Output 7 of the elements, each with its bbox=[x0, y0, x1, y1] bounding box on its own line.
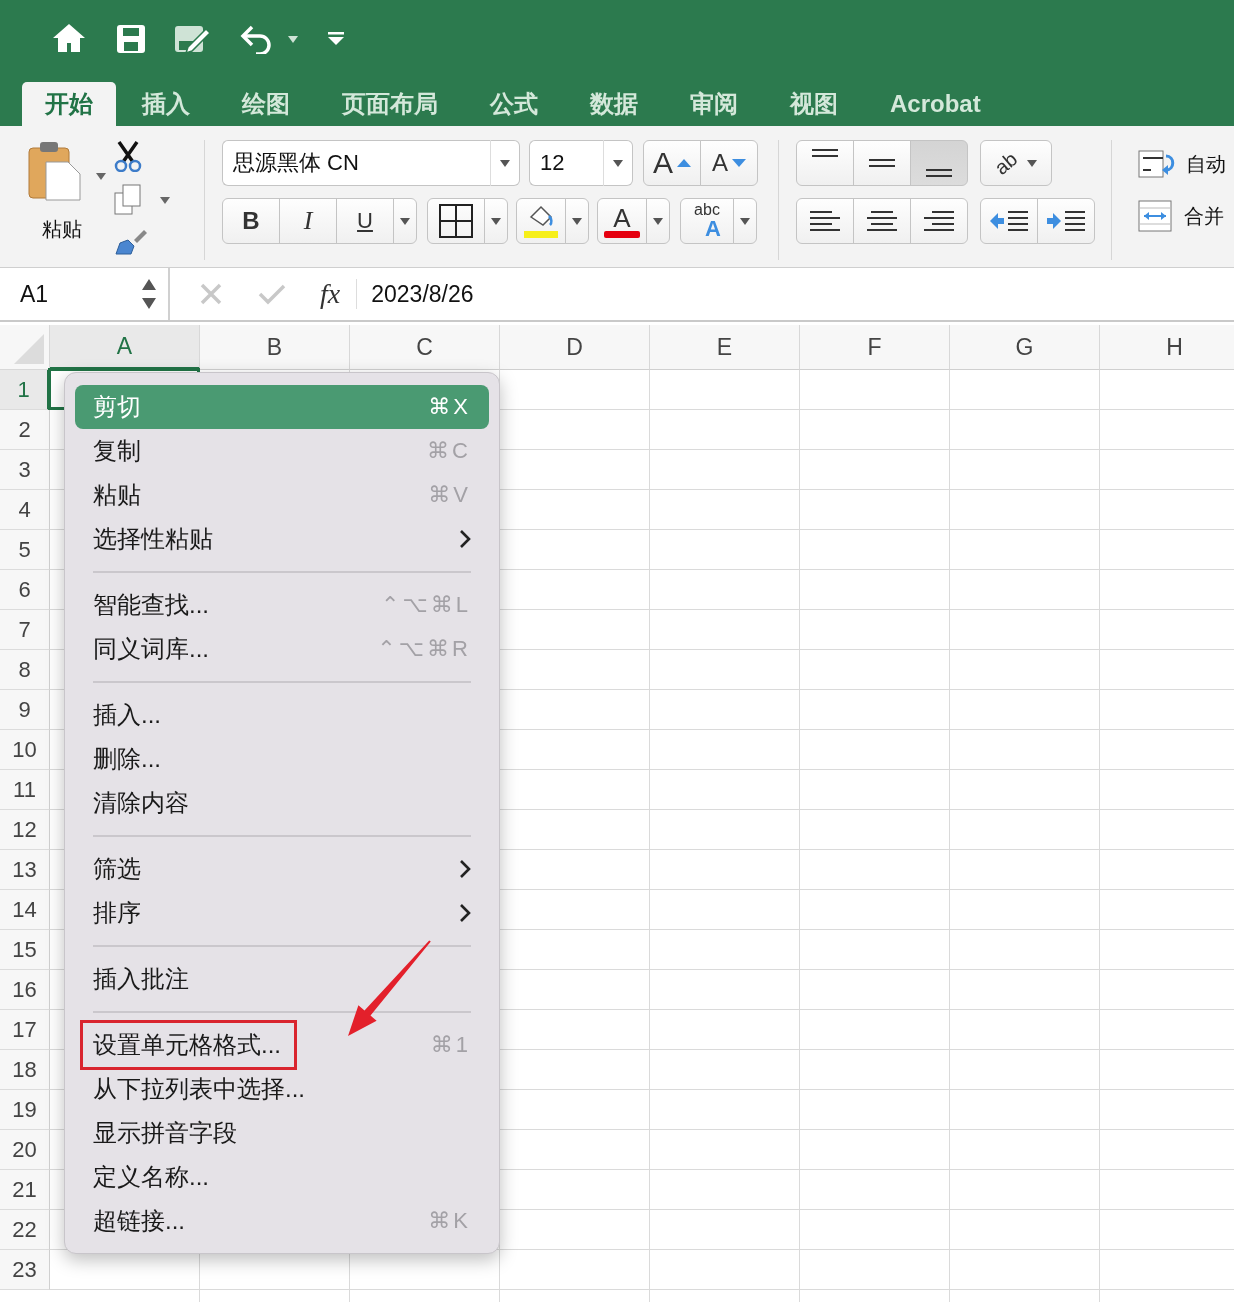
shortcut-label: ⌘V bbox=[428, 482, 471, 508]
shortcut-label: ⌘1 bbox=[430, 1032, 471, 1058]
shortcut-label: ⌘K bbox=[428, 1208, 471, 1234]
shortcut-label: ⌘C bbox=[427, 438, 471, 464]
shortcut-label: ⌃⌥⌘R bbox=[377, 636, 471, 662]
shortcut-label: ⌃⌥⌘L bbox=[380, 592, 471, 618]
shortcut-label: ⌘X bbox=[428, 394, 471, 420]
